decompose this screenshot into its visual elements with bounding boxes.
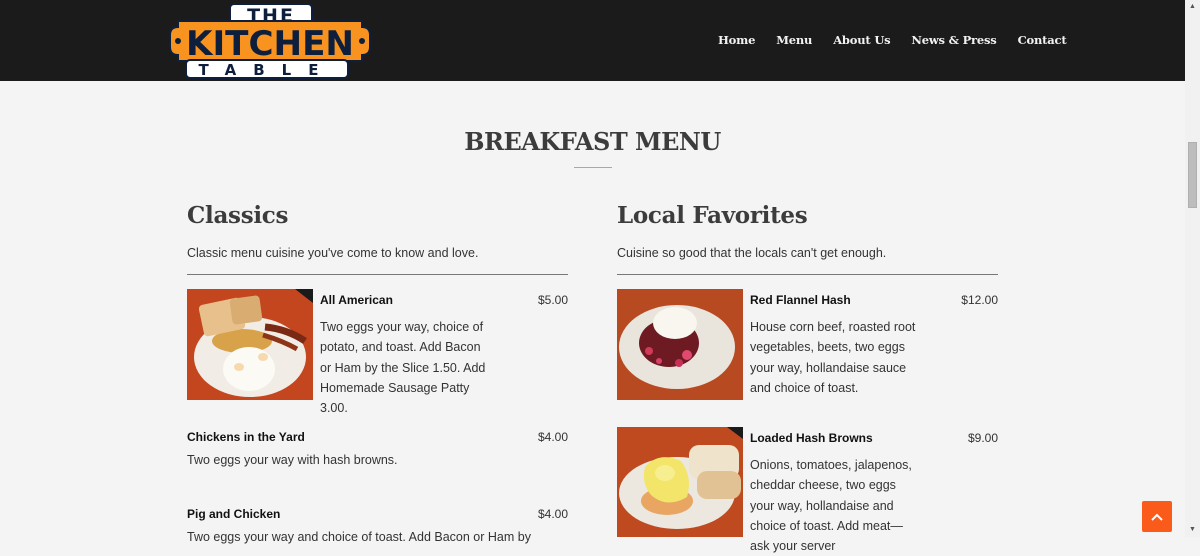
page-title: BREAKFAST MENU bbox=[464, 127, 721, 156]
loaded-hash-browns-image-icon bbox=[617, 427, 743, 537]
svg-text:KITCHEN: KITCHEN bbox=[186, 24, 354, 64]
menu-item-name: Pig and Chicken bbox=[187, 507, 281, 521]
scroll-up-arrow-icon[interactable]: ▲ bbox=[1188, 2, 1197, 12]
section-divider bbox=[187, 274, 568, 275]
section-heading: Local Favorites bbox=[617, 202, 808, 229]
red-flannel-hash-image-icon bbox=[617, 289, 743, 400]
title-divider bbox=[574, 167, 612, 168]
back-to-top-button[interactable] bbox=[1142, 501, 1172, 532]
nav-contact[interactable]: Contact bbox=[1018, 33, 1067, 47]
menu-item-photo bbox=[617, 289, 743, 400]
menu-item-price: $5.00 bbox=[537, 293, 568, 307]
menu-item-name: Loaded Hash Browns bbox=[750, 431, 873, 445]
page-scrollbar[interactable]: ▲ ▼ bbox=[1185, 0, 1200, 537]
section-classics: Classics Classic menu cuisine you've com… bbox=[187, 200, 569, 275]
menu-item-description: Onions, tomatoes, jalapenos, cheddar che… bbox=[750, 458, 912, 554]
scrollbar-thumb[interactable] bbox=[1188, 142, 1197, 208]
menu-item-price: $4.00 bbox=[537, 507, 568, 521]
nav-home[interactable]: Home bbox=[718, 33, 755, 47]
menu-item-name: All American bbox=[320, 293, 393, 307]
main-nav: Home Menu About Us News & Press Contact bbox=[718, 33, 1087, 47]
site-header: THE KITCHEN TABLE Home Menu About Us New… bbox=[0, 0, 1185, 81]
menu-item-name: Red Flannel Hash bbox=[750, 293, 851, 307]
chevron-up-icon bbox=[1151, 513, 1163, 521]
svg-text:TABLE: TABLE bbox=[199, 61, 336, 79]
kitchen-table-logo-icon: THE KITCHEN TABLE bbox=[169, 3, 371, 79]
breakfast-plate-image-icon bbox=[187, 289, 313, 400]
section-heading: Classics bbox=[187, 202, 289, 229]
menu-item-price: $4.00 bbox=[537, 430, 568, 444]
menu-item-price: $9.00 bbox=[967, 431, 998, 445]
nav-news-press[interactable]: News & Press bbox=[911, 33, 996, 47]
site-logo[interactable]: THE KITCHEN TABLE bbox=[166, 3, 374, 79]
nav-menu[interactable]: Menu bbox=[776, 33, 812, 47]
section-divider bbox=[617, 274, 998, 275]
menu-item-description: Two eggs your way with hash browns. bbox=[187, 453, 398, 467]
menu-item-description: House corn beef, roasted root vegetables… bbox=[750, 320, 916, 395]
menu-item-photo bbox=[187, 289, 313, 400]
menu-item-name: Chickens in the Yard bbox=[187, 430, 305, 444]
section-local-favorites: Local Favorites Cuisine so good that the… bbox=[617, 200, 999, 275]
menu-item-description: Two eggs your way, choice of potato, and… bbox=[320, 320, 486, 416]
scroll-down-arrow-icon[interactable]: ▼ bbox=[1188, 525, 1197, 535]
nav-about-us[interactable]: About Us bbox=[833, 33, 890, 47]
section-subtitle: Cuisine so good that the locals can't ge… bbox=[617, 246, 887, 260]
section-subtitle: Classic menu cuisine you've come to know… bbox=[187, 246, 479, 260]
menu-item-description: Two eggs your way and choice of toast. A… bbox=[187, 530, 531, 544]
menu-item-price: $12.00 bbox=[961, 293, 998, 307]
menu-item-photo bbox=[617, 427, 743, 537]
